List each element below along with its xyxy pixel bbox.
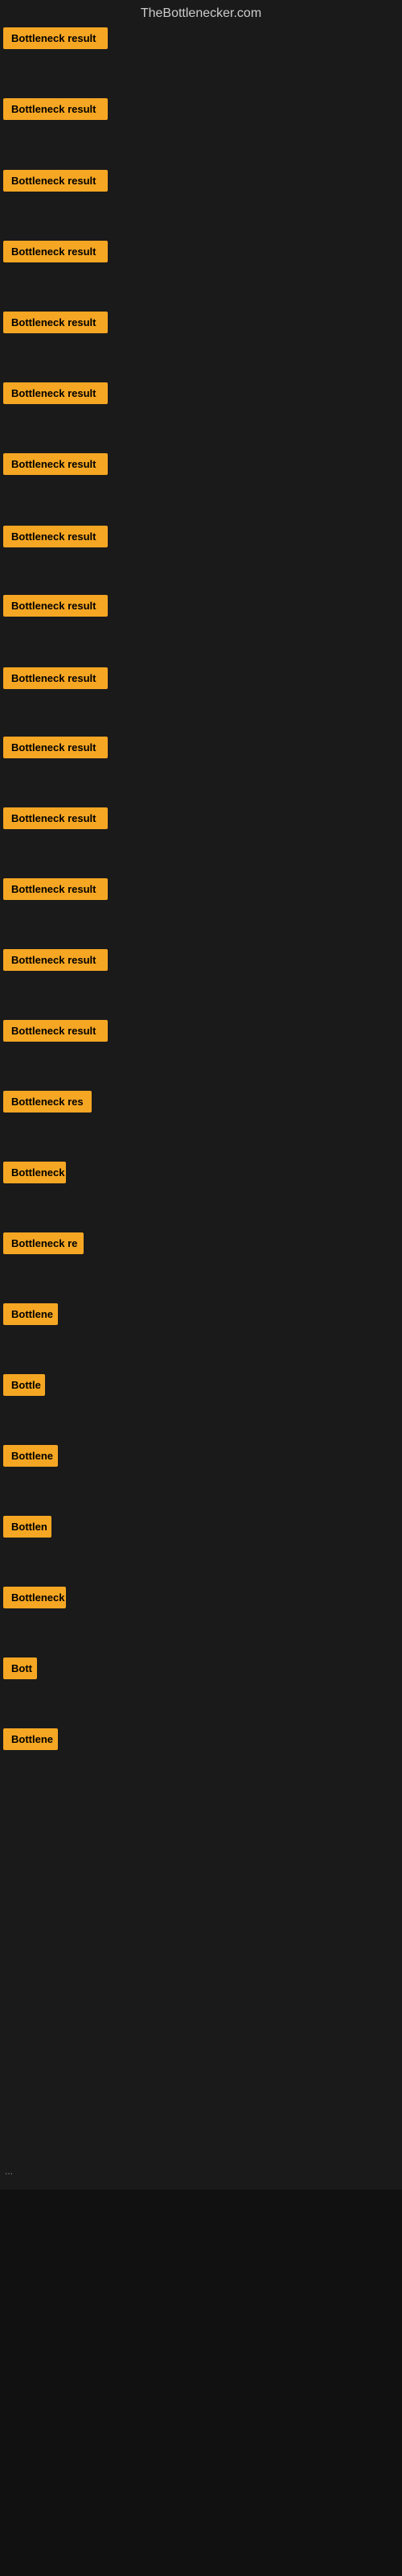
bottleneck-card-10[interactable]: Bottleneck result bbox=[3, 667, 108, 689]
bottleneck-card-3[interactable]: Bottleneck result bbox=[3, 170, 108, 192]
bottom-dark-section bbox=[0, 2190, 402, 2576]
site-title: TheBottlenecker.com bbox=[0, 0, 402, 27]
page-wrapper: TheBottlenecker.com Bottleneck resultBot… bbox=[0, 0, 402, 2576]
bottleneck-card-22[interactable]: Bottlen bbox=[3, 1516, 51, 1538]
bottleneck-card-18[interactable]: Bottleneck re bbox=[3, 1232, 84, 1254]
bottleneck-card-7[interactable]: Bottleneck result bbox=[3, 453, 108, 475]
bottleneck-card-17[interactable]: Bottleneck bbox=[3, 1162, 66, 1183]
bottleneck-card-8[interactable]: Bottleneck result bbox=[3, 526, 108, 547]
bottleneck-card-13[interactable]: Bottleneck result bbox=[3, 878, 108, 900]
bottleneck-card-6[interactable]: Bottleneck result bbox=[3, 382, 108, 404]
bottleneck-card-16[interactable]: Bottleneck res bbox=[3, 1091, 92, 1113]
bottleneck-card-4[interactable]: Bottleneck result bbox=[3, 241, 108, 262]
bottleneck-card-11[interactable]: Bottleneck result bbox=[3, 737, 108, 758]
ellipsis-marker: ... bbox=[2, 2157, 16, 2185]
bottleneck-card-21[interactable]: Bottlene bbox=[3, 1445, 58, 1467]
bottleneck-card-25[interactable]: Bottlene bbox=[3, 1728, 58, 1750]
bottleneck-card-24[interactable]: Bott bbox=[3, 1657, 37, 1679]
bottleneck-card-1[interactable]: Bottleneck result bbox=[3, 27, 108, 49]
bottleneck-card-15[interactable]: Bottleneck result bbox=[3, 1020, 108, 1042]
bottleneck-card-5[interactable]: Bottleneck result bbox=[3, 312, 108, 333]
bottleneck-card-19[interactable]: Bottlene bbox=[3, 1303, 58, 1325]
cards-container: Bottleneck result Bottleneck result Bottle… bbox=[0, 27, 402, 1959]
bottleneck-card-9[interactable]: Bottleneck result bbox=[3, 595, 108, 617]
bottleneck-card-20[interactable]: Bottle bbox=[3, 1374, 45, 1396]
bottleneck-card-23[interactable]: Bottleneck bbox=[3, 1587, 66, 1608]
bottleneck-card-12[interactable]: Bottleneck result bbox=[3, 807, 108, 829]
bottleneck-card-2[interactable]: Bottleneck result bbox=[3, 98, 108, 120]
bottleneck-card-14[interactable]: Bottleneck result bbox=[3, 949, 108, 971]
